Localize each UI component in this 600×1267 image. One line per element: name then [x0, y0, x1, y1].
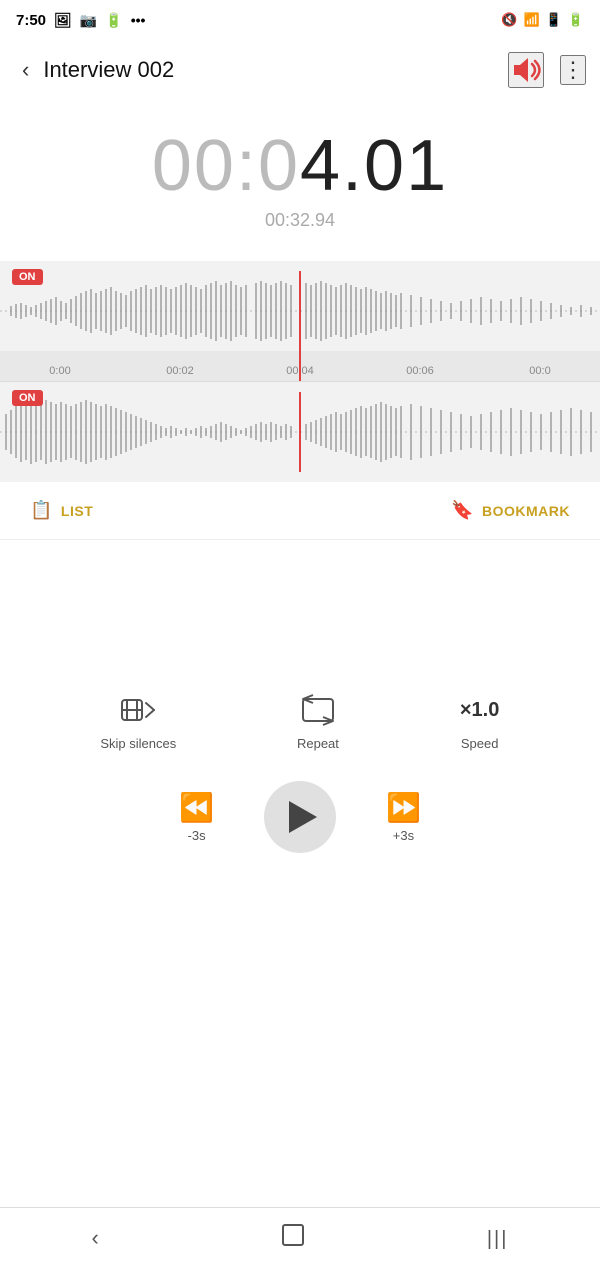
- track1-waveform: [0, 271, 600, 351]
- skip-silences-control[interactable]: Skip silences: [100, 690, 176, 751]
- status-bar: 7:50 🖼 📷 🔋 ••• 🔇 📶 📱 🔋: [0, 0, 600, 40]
- tl-4: 00:0: [480, 365, 600, 377]
- forward-button[interactable]: ⏩ +3s: [386, 791, 421, 843]
- battery-icon: 🔋: [105, 12, 122, 29]
- forward-icon: ⏩: [386, 791, 421, 824]
- track-2: ON: [0, 381, 600, 482]
- track2-waveform: [0, 392, 600, 472]
- action-bar: 📋 LIST 🔖 BOOKMARK: [0, 482, 600, 540]
- bottom-nav: ‹ |||: [0, 1207, 600, 1267]
- mute-icon: 🔇: [501, 12, 517, 28]
- nav-home-button[interactable]: [262, 1216, 324, 1260]
- timeline: 0:00 00:02 00:04 00:06 00:0: [0, 351, 600, 381]
- timer-display: 00:04.01: [0, 130, 600, 202]
- track1-on-badge: ON: [12, 269, 43, 285]
- bookmark-button[interactable]: 🔖 BOOKMARK: [451, 500, 570, 521]
- rewind-label: -3s: [188, 828, 206, 843]
- skip-silences-label: Skip silences: [100, 736, 176, 751]
- play-button[interactable]: [264, 781, 336, 853]
- repeat-icon: [298, 690, 338, 730]
- top-bar: ‹ Interview 002 ⋮: [0, 40, 600, 100]
- track2-on-badge: ON: [12, 390, 43, 406]
- waveform-area: ON: [0, 261, 600, 482]
- playhead-line: [299, 271, 301, 351]
- play-icon: [289, 801, 317, 833]
- rewind-button[interactable]: ⏪ -3s: [179, 791, 214, 843]
- track-1: ON: [0, 261, 600, 351]
- volume-button[interactable]: [508, 52, 544, 88]
- more-options-button[interactable]: ⋮: [560, 55, 586, 85]
- controls-area: Skip silences Repeat ×1.0 Speed ⏪: [0, 660, 600, 883]
- track2-playhead-line: [299, 392, 301, 472]
- timer-active: 4.01: [300, 126, 448, 206]
- controls-row1: Skip silences Repeat ×1.0 Speed: [0, 680, 600, 761]
- top-action-icons: ⋮: [508, 52, 586, 88]
- controls-row2: ⏪ -3s ⏩ +3s: [0, 771, 600, 873]
- page-title: Interview 002: [43, 57, 508, 83]
- nav-back-button[interactable]: ‹: [72, 1217, 119, 1259]
- list-label: LIST: [61, 503, 93, 519]
- battery-status-icon: 🔋: [568, 12, 584, 28]
- signal-icon: 📱: [546, 12, 562, 28]
- tl-0: 0:00: [0, 365, 120, 377]
- tl-1: 00:02: [120, 365, 240, 377]
- forward-label: +3s: [393, 828, 414, 843]
- speed-control[interactable]: ×1.0 Speed: [460, 690, 500, 751]
- screen-icon: 📷: [80, 12, 97, 29]
- recent-icon: |||: [487, 1228, 509, 1250]
- status-right-icons: 🔇 📶 📱 🔋: [501, 12, 584, 28]
- timer-secondary: 00:32.94: [0, 210, 600, 231]
- speed-label: Speed: [461, 736, 499, 751]
- wifi-icon: 📶: [523, 12, 539, 28]
- bookmark-label: BOOKMARK: [482, 503, 570, 519]
- empty-space: [0, 540, 600, 660]
- more-dots-icon: •••: [131, 12, 146, 28]
- speed-value-display: ×1.0: [460, 690, 500, 730]
- time-display: 7:50: [16, 12, 46, 29]
- timeline-playhead: [299, 351, 301, 381]
- repeat-control[interactable]: Repeat: [297, 690, 339, 751]
- skip-silences-icon: [118, 690, 158, 730]
- tl-3: 00:06: [360, 365, 480, 377]
- status-time: 7:50 🖼 📷 🔋 •••: [16, 12, 145, 29]
- repeat-label: Repeat: [297, 736, 339, 751]
- list-icon: 📋: [30, 500, 53, 521]
- timer-section: 00:04.01 00:32.94: [0, 100, 600, 241]
- home-icon: [282, 1224, 304, 1246]
- rewind-icon: ⏪: [179, 791, 214, 824]
- timer-prefix: 00:0: [152, 126, 300, 206]
- speed-value: ×1.0: [460, 699, 499, 722]
- bookmark-icon: 🔖: [451, 500, 474, 521]
- list-button[interactable]: 📋 LIST: [30, 500, 93, 521]
- photo-icon: 🖼: [54, 12, 72, 29]
- back-button[interactable]: ‹: [14, 49, 37, 91]
- nav-recent-button[interactable]: |||: [467, 1217, 529, 1259]
